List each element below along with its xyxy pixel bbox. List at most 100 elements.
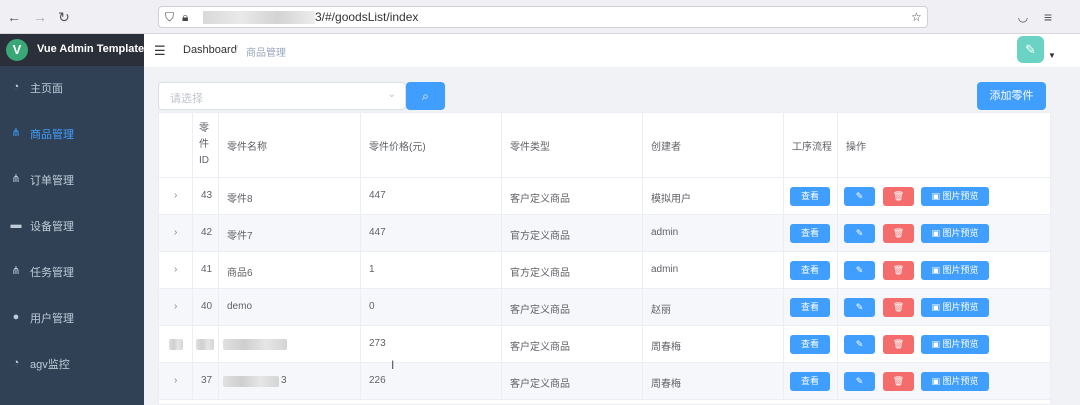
part-name: 零件7 [227, 231, 253, 242]
delete-button[interactable]: 🗑︎ [883, 224, 914, 243]
lock-icon[interactable]: 🔒︎ [182, 10, 188, 25]
sidebar-item-devices[interactable]: ▬ 设备管理 [0, 206, 144, 246]
edit-button[interactable]: ✎ [844, 224, 875, 243]
actions-cell: ✎ 🗑︎ ▣ 图片预览 [838, 326, 1050, 363]
part-id: 40 [201, 301, 213, 312]
sidebar-item-agv[interactable]: ◔ agv监控 [0, 344, 144, 384]
process-cell: 查看 [784, 289, 838, 326]
image-preview-button[interactable]: ▣ 图片预览 [921, 335, 989, 354]
breadcrumb-dashboard[interactable]: Dashboard [183, 44, 237, 56]
chevron-right-icon[interactable]: › [174, 264, 177, 275]
price-cell: 447 [361, 178, 502, 215]
edit-button[interactable]: ✎ [844, 187, 875, 206]
sidebar-item-label: 任务管理 [30, 267, 74, 279]
edit-button[interactable]: ✎ [844, 372, 875, 391]
part-type: 客户定义商品 [510, 305, 570, 316]
chevron-right-icon[interactable]: › [174, 301, 177, 312]
menu-icon[interactable]: ≡ [1040, 9, 1056, 25]
type-cell: 客户定义商品 [502, 178, 643, 215]
image-preview-label: 图片预览 [942, 191, 979, 201]
table-row: › 37 3 226 客户定义商品 周春梅 查看 ✎ 🗑︎ ▣ 图片预览 [159, 363, 1050, 400]
sidebar-item-orders[interactable]: ⋔ 订单管理 [0, 160, 144, 200]
part-name: 3 [281, 375, 287, 386]
part-type: 官方定义商品 [510, 231, 570, 242]
delete-button[interactable]: 🗑︎ [883, 298, 914, 317]
process-cell: 查看 [784, 178, 838, 215]
image-preview-button[interactable]: ▣ 图片预览 [921, 224, 989, 243]
creator-cell: admin [643, 215, 784, 252]
delete-button[interactable]: 🗑︎ [883, 335, 914, 354]
sidebar-item-home[interactable]: ◔ 主页面 [0, 68, 144, 108]
add-part-button[interactable]: 添加零件 [977, 82, 1046, 110]
header-id: 零件ID [193, 113, 219, 178]
image-preview-label: 图片预览 [942, 265, 979, 275]
creator-cell: admin [643, 252, 784, 289]
chevron-right-icon[interactable]: › [174, 375, 177, 386]
creator-name: admin [651, 227, 679, 238]
delete-button[interactable]: 🗑︎ [883, 261, 914, 280]
view-process-button[interactable]: 查看 [790, 335, 830, 354]
logo-icon: V [6, 39, 28, 61]
sidebar-item-goods[interactable]: ⋔ 商品管理 [0, 114, 144, 154]
pocket-icon[interactable]: ◡ [1015, 9, 1031, 25]
image-preview-button[interactable]: ▣ 图片预览 [921, 187, 989, 206]
sidebar-item-label: 商品管理 [30, 129, 74, 141]
breadcrumb-separator: / [235, 44, 239, 56]
actions-cell: ✎ 🗑︎ ▣ 图片预览 [838, 215, 1050, 252]
header-process: 工序流程 [784, 113, 838, 178]
back-arrow-icon[interactable]: ← [6, 9, 22, 25]
actions-cell: ✎ 🗑︎ ▣ 图片预览 [838, 289, 1050, 326]
tree-icon: ⋔ [11, 265, 21, 277]
sidebar-item-users[interactable]: ● 用户管理 [0, 298, 144, 338]
image-preview-button[interactable]: ▣ 图片预览 [921, 261, 989, 280]
expand-cell [159, 326, 193, 363]
filter-select[interactable]: 请选择 ⌄ [158, 82, 406, 110]
forward-arrow-icon[interactable]: → [32, 9, 48, 25]
sidebar-logo[interactable]: V Vue Admin Template [0, 34, 144, 66]
id-cell: 41 [193, 252, 219, 289]
bookmark-star-icon[interactable]: ☆ [911, 10, 922, 24]
expand-cell: › [159, 289, 193, 326]
delete-button[interactable]: 🗑︎ [883, 372, 914, 391]
part-price: 447 [369, 190, 386, 201]
creator-name: admin [651, 264, 679, 275]
name-cell [219, 326, 361, 363]
redacted-name [223, 339, 287, 350]
chevron-right-icon[interactable]: › [174, 227, 177, 238]
part-price: 0 [369, 301, 375, 312]
view-process-button[interactable]: 查看 [790, 187, 830, 206]
view-process-button[interactable]: 查看 [790, 261, 830, 280]
edit-button[interactable]: ✎ [844, 335, 875, 354]
view-process-button[interactable]: 查看 [790, 372, 830, 391]
shield-icon[interactable]: ⛉ [165, 10, 174, 25]
chevron-right-icon[interactable]: › [174, 190, 177, 201]
redacted-id [196, 339, 214, 350]
search-button[interactable]: ⌕ [406, 82, 445, 110]
id-cell: 40 [193, 289, 219, 326]
edit-button[interactable]: ✎ [844, 298, 875, 317]
part-type: 客户定义商品 [510, 194, 570, 205]
type-cell: 官方定义商品 [502, 215, 643, 252]
caret-down-icon[interactable]: ▼ [1048, 51, 1056, 60]
edit-button[interactable]: ✎ [844, 261, 875, 280]
hamburger-icon[interactable]: ☰ [154, 43, 166, 59]
price-cell: 226 [361, 363, 502, 400]
select-placeholder: 请选择 [170, 93, 203, 105]
goods-table: 零件ID 零件名称 零件价格(元) 零件类型 创建者 工序流程 操作 › 43 零件… [158, 112, 1051, 405]
url-bar[interactable]: ⛉ 🔒︎ 3/#/goodsList/index ☆ [158, 6, 928, 28]
table-row: › 43 零件8 447 客户定义商品 模拟用户 查看 ✎ 🗑︎ ▣ 图片预览 [159, 178, 1050, 215]
part-name: demo [227, 301, 253, 312]
delete-button[interactable]: 🗑︎ [883, 187, 914, 206]
reload-icon[interactable]: ↻ [56, 9, 72, 25]
view-process-button[interactable]: 查看 [790, 298, 830, 317]
picture-icon: ▣ [931, 228, 943, 238]
sidebar-item-tasks[interactable]: ⋔ 任务管理 [0, 252, 144, 292]
image-preview-button[interactable]: ▣ 图片预览 [921, 372, 989, 391]
image-preview-button[interactable]: ▣ 图片预览 [921, 298, 989, 317]
view-process-button[interactable]: 查看 [790, 224, 830, 243]
actions-cell: ✎ 🗑︎ ▣ 图片预览 [838, 178, 1050, 215]
table-row: › 41 商品6 1 官方定义商品 admin 查看 ✎ 🗑︎ ▣ 图片预览 [159, 252, 1050, 289]
avatar[interactable]: ✎ [1017, 36, 1044, 63]
dashboard-icon: ◔ [12, 81, 20, 93]
type-cell: 客户定义商品 [502, 363, 643, 400]
